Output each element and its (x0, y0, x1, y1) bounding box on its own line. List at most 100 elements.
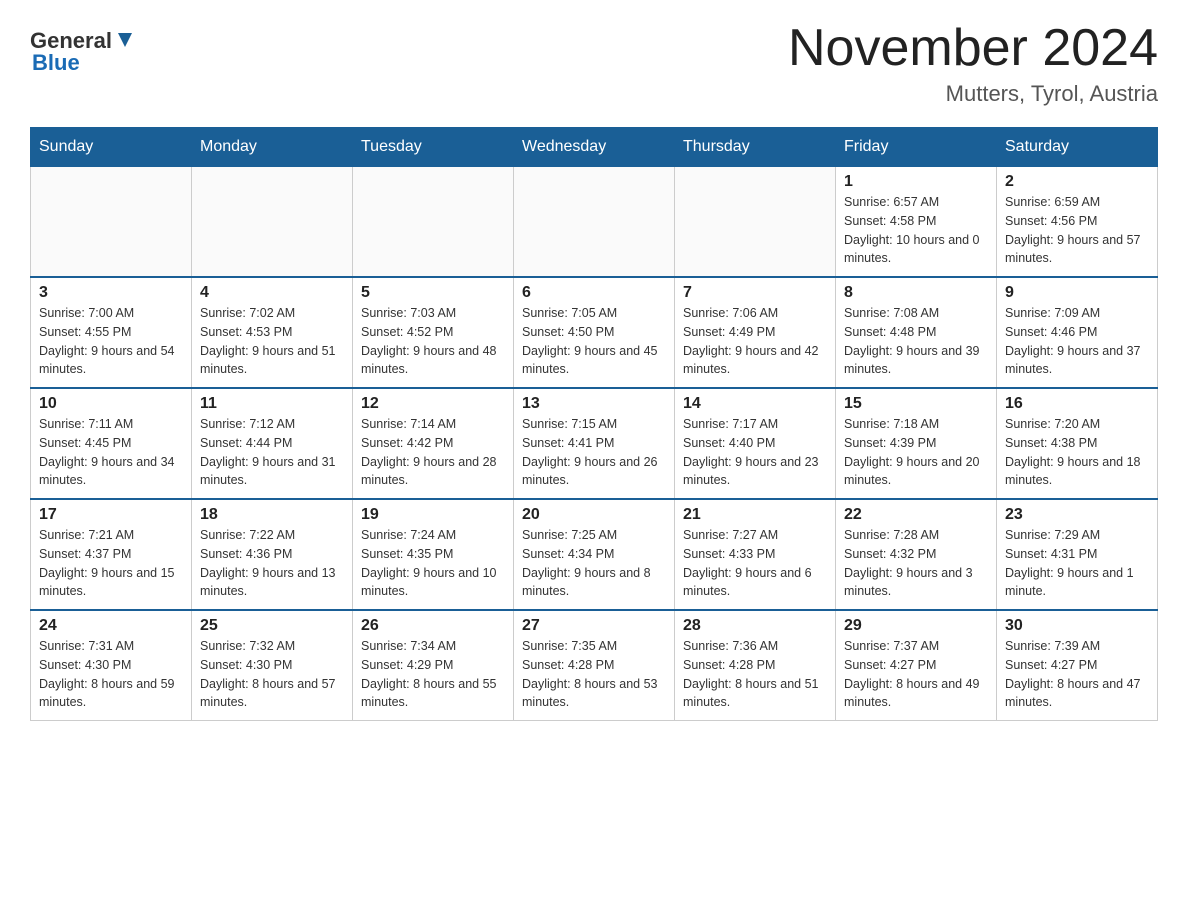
day-number: 1 (844, 173, 988, 191)
day-number: 13 (522, 395, 666, 413)
calendar-cell: 15Sunrise: 7:18 AMSunset: 4:39 PMDayligh… (836, 388, 997, 499)
calendar-cell: 17 Sunrise: 7:21 AMSunset: 4:37 PMDayligh… (31, 499, 192, 610)
day-number: 20 (522, 506, 666, 524)
day-info: Sunrise: 7:02 AMSunset: 4:53 PMDaylight:… (200, 304, 344, 379)
day-info: Sunrise: 7:20 AMSunset: 4:38 PMDaylight:… (1005, 415, 1149, 490)
day-info: Sunrise: 7:32 AMSunset: 4:30 PMDaylight:… (200, 637, 344, 712)
calendar-cell: 11 Sunrise: 7:12 AMSunset: 4:44 PMDayligh… (192, 388, 353, 499)
day-number: 17 (39, 506, 183, 524)
day-info: Sunrise: 7:24 AMSunset: 4:35 PMDaylight:… (361, 526, 505, 601)
calendar-cell: 28 Sunrise: 7:36 AMSunset: 4:28 PMDayligh… (675, 610, 836, 721)
calendar-cell: 23 Sunrise: 7:29 AMSunset: 4:31 PMDayligh… (997, 499, 1158, 610)
day-number: 25 (200, 617, 344, 635)
calendar-week-row: 10Sunrise: 7:11 AMSunset: 4:45 PMDayligh… (31, 388, 1158, 499)
day-info: Sunrise: 7:36 AMSunset: 4:28 PMDaylight:… (683, 637, 827, 712)
calendar-cell: 4 Sunrise: 7:02 AMSunset: 4:53 PMDaylight… (192, 277, 353, 388)
day-number: 5 (361, 284, 505, 302)
day-number: 8 (844, 284, 988, 302)
day-number: 28 (683, 617, 827, 635)
calendar-cell (514, 167, 675, 278)
day-number: 30 (1005, 617, 1149, 635)
day-number: 19 (361, 506, 505, 524)
logo-blue-text: Blue (32, 52, 80, 74)
weekday-header-thursday: Thursday (675, 128, 836, 167)
day-info: Sunrise: 7:22 AMSunset: 4:36 PMDaylight:… (200, 526, 344, 601)
day-info: Sunrise: 7:34 AMSunset: 4:29 PMDaylight:… (361, 637, 505, 712)
day-info: Sunrise: 6:57 AMSunset: 4:58 PMDaylight:… (844, 193, 988, 268)
day-info: Sunrise: 7:08 AMSunset: 4:48 PMDaylight:… (844, 304, 988, 379)
calendar-cell: 16 Sunrise: 7:20 AMSunset: 4:38 PMDayligh… (997, 388, 1158, 499)
day-number: 4 (200, 284, 344, 302)
title-area: November 2024 Mutters, Tyrol, Austria (788, 20, 1158, 107)
calendar-cell: 24 Sunrise: 7:31 AMSunset: 4:30 PMDayligh… (31, 610, 192, 721)
day-number: 21 (683, 506, 827, 524)
calendar-cell: 13 Sunrise: 7:15 AMSunset: 4:41 PMDayligh… (514, 388, 675, 499)
weekday-header-tuesday: Tuesday (353, 128, 514, 167)
day-info: Sunrise: 7:06 AMSunset: 4:49 PMDaylight:… (683, 304, 827, 379)
calendar-cell (31, 167, 192, 278)
day-number: 14 (683, 395, 827, 413)
day-info: Sunrise: 7:03 AMSunset: 4:52 PMDaylight:… (361, 304, 505, 379)
calendar-week-row: 17 Sunrise: 7:21 AMSunset: 4:37 PMDayligh… (31, 499, 1158, 610)
day-number: 22 (844, 506, 988, 524)
calendar-cell: 3 Sunrise: 7:00 AMSunset: 4:55 PMDaylight… (31, 277, 192, 388)
day-info: Sunrise: 7:21 AMSunset: 4:37 PMDaylight:… (39, 526, 183, 601)
day-number: 3 (39, 284, 183, 302)
weekday-header-saturday: Saturday (997, 128, 1158, 167)
calendar-cell: 2 Sunrise: 6:59 AMSunset: 4:56 PMDaylight… (997, 167, 1158, 278)
day-number: 2 (1005, 173, 1149, 191)
day-number: 24 (39, 617, 183, 635)
day-info: Sunrise: 7:35 AMSunset: 4:28 PMDaylight:… (522, 637, 666, 712)
weekday-header-friday: Friday (836, 128, 997, 167)
day-info: Sunrise: 7:25 AMSunset: 4:34 PMDaylight:… (522, 526, 666, 601)
calendar-week-row: 3 Sunrise: 7:00 AMSunset: 4:55 PMDaylight… (31, 277, 1158, 388)
calendar-cell: 10Sunrise: 7:11 AMSunset: 4:45 PMDayligh… (31, 388, 192, 499)
calendar-cell: 9Sunrise: 7:09 AMSunset: 4:46 PMDaylight… (997, 277, 1158, 388)
day-info: Sunrise: 7:17 AMSunset: 4:40 PMDaylight:… (683, 415, 827, 490)
day-info: Sunrise: 7:37 AMSunset: 4:27 PMDaylight:… (844, 637, 988, 712)
day-info: Sunrise: 7:14 AMSunset: 4:42 PMDaylight:… (361, 415, 505, 490)
day-number: 27 (522, 617, 666, 635)
logo-triangle-icon (114, 29, 136, 51)
day-info: Sunrise: 6:59 AMSunset: 4:56 PMDaylight:… (1005, 193, 1149, 268)
weekday-header-sunday: Sunday (31, 128, 192, 167)
calendar-cell: 5 Sunrise: 7:03 AMSunset: 4:52 PMDaylight… (353, 277, 514, 388)
logo-general-text: General (30, 30, 112, 52)
day-info: Sunrise: 7:27 AMSunset: 4:33 PMDaylight:… (683, 526, 827, 601)
day-number: 15 (844, 395, 988, 413)
month-title: November 2024 (788, 20, 1158, 77)
calendar-cell: 18Sunrise: 7:22 AMSunset: 4:36 PMDayligh… (192, 499, 353, 610)
day-number: 29 (844, 617, 988, 635)
day-info: Sunrise: 7:05 AMSunset: 4:50 PMDaylight:… (522, 304, 666, 379)
calendar-header-row: SundayMondayTuesdayWednesdayThursdayFrid… (31, 128, 1158, 167)
day-number: 23 (1005, 506, 1149, 524)
day-info: Sunrise: 7:15 AMSunset: 4:41 PMDaylight:… (522, 415, 666, 490)
calendar-cell: 25 Sunrise: 7:32 AMSunset: 4:30 PMDayligh… (192, 610, 353, 721)
calendar-cell: 27 Sunrise: 7:35 AMSunset: 4:28 PMDayligh… (514, 610, 675, 721)
day-number: 16 (1005, 395, 1149, 413)
day-info: Sunrise: 7:39 AMSunset: 4:27 PMDaylight:… (1005, 637, 1149, 712)
calendar-cell: 19 Sunrise: 7:24 AMSunset: 4:35 PMDayligh… (353, 499, 514, 610)
day-number: 9 (1005, 284, 1149, 302)
day-info: Sunrise: 7:31 AMSunset: 4:30 PMDaylight:… (39, 637, 183, 712)
day-number: 12 (361, 395, 505, 413)
day-info: Sunrise: 7:29 AMSunset: 4:31 PMDaylight:… (1005, 526, 1149, 601)
logo: General Blue (30, 20, 136, 74)
day-number: 11 (200, 395, 344, 413)
calendar-cell: 6 Sunrise: 7:05 AMSunset: 4:50 PMDaylight… (514, 277, 675, 388)
day-info: Sunrise: 7:11 AMSunset: 4:45 PMDaylight:… (39, 415, 183, 490)
calendar-cell: 14 Sunrise: 7:17 AMSunset: 4:40 PMDayligh… (675, 388, 836, 499)
day-number: 26 (361, 617, 505, 635)
day-info: Sunrise: 7:00 AMSunset: 4:55 PMDaylight:… (39, 304, 183, 379)
calendar-cell: 26 Sunrise: 7:34 AMSunset: 4:29 PMDayligh… (353, 610, 514, 721)
weekday-header-monday: Monday (192, 128, 353, 167)
day-info: Sunrise: 7:12 AMSunset: 4:44 PMDaylight:… (200, 415, 344, 490)
calendar-cell: 30 Sunrise: 7:39 AMSunset: 4:27 PMDayligh… (997, 610, 1158, 721)
calendar-cell: 22Sunrise: 7:28 AMSunset: 4:32 PMDayligh… (836, 499, 997, 610)
day-number: 6 (522, 284, 666, 302)
calendar-cell: 29 Sunrise: 7:37 AMSunset: 4:27 PMDayligh… (836, 610, 997, 721)
calendar-cell: 7Sunrise: 7:06 AMSunset: 4:49 PMDaylight… (675, 277, 836, 388)
calendar-cell (192, 167, 353, 278)
calendar-week-row: 1 Sunrise: 6:57 AMSunset: 4:58 PMDaylight… (31, 167, 1158, 278)
weekday-header-wednesday: Wednesday (514, 128, 675, 167)
